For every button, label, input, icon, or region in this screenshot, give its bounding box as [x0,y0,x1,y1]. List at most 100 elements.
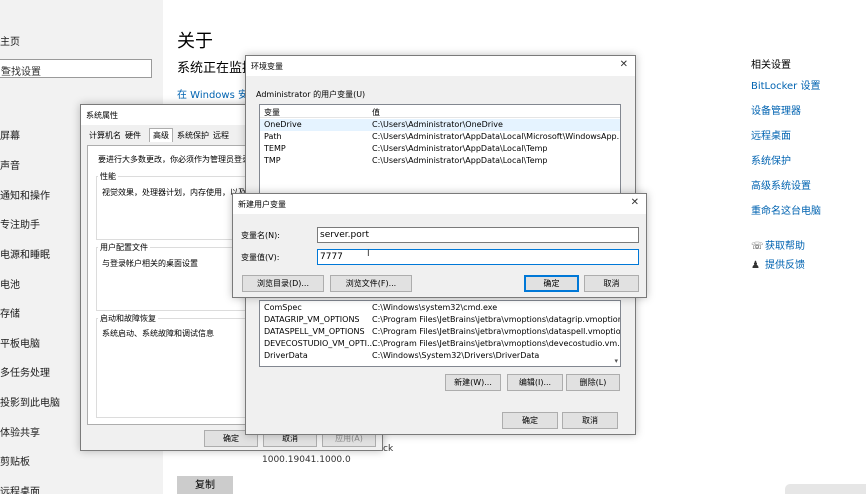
table-row[interactable]: ComSpec C:\Windows\system32\cmd.exe [260,302,620,314]
table-row[interactable]: TMP C:\Users\Administrator\AppData\Local… [260,155,620,167]
var-name: TMP [264,156,281,165]
feedback-label: 提供反馈 [765,260,805,271]
remote-desktop-link[interactable]: 远程桌面 [751,127,821,142]
table-row[interactable]: Path C:\Users\Administrator\AppData\Loca… [260,131,620,143]
text-cursor-icon: I [367,249,370,259]
tab-advanced[interactable]: 高级 [149,128,173,142]
edit-var-button[interactable]: 编辑(I)... [507,374,563,391]
related-settings: 相关设置 BitLocker 设置 设备管理器 远程桌面 系统保护 高级系统设置… [751,56,821,227]
device-manager-link[interactable]: 设备管理器 [751,102,821,117]
col-value: 值 [372,108,380,117]
var-name: DATASPELL_VM_OPTIONS [264,327,365,336]
newvar-ok-button[interactable]: 确定 [524,275,579,292]
new-user-variable-dialog: 新建用户变量 ✕ 变量名(N): server.port 变量值(V): 777… [232,193,647,298]
nav-item-clipboard[interactable]: 剪贴板 [0,453,30,468]
nav-item-tablet[interactable]: 平板电脑 [0,335,40,350]
var-value: C:\Program Files\JetBrains\jetbra\vmopti… [372,339,621,348]
var-name: OneDrive [264,120,302,129]
nav-item-power[interactable]: 电源和睡眠 [0,246,50,261]
sysprops-title: 系统属性 [86,111,118,120]
browse-file-button[interactable]: 浏览文件(F)... [330,275,412,292]
newvar-cancel-button[interactable]: 取消 [584,275,639,292]
nav-item-display[interactable]: 屏幕 [0,127,20,142]
system-protection-link[interactable]: 系统保护 [751,152,821,167]
var-name: ComSpec [264,303,302,312]
envvars-title: 环境变量 [251,62,283,71]
performance-label: 性能 [98,171,118,182]
nav-item-shared[interactable]: 体验共享 [0,424,40,439]
var-value: C:\Users\Administrator\OneDrive [372,120,503,129]
user-vars-header: 变量 值 [260,105,620,118]
system-vars-list[interactable]: ComSpec C:\Windows\system32\cmd.exe DATA… [259,300,621,367]
var-value: C:\Users\Administrator\AppData\Local\Tem… [372,156,548,165]
var-value-label: 变量值(V): [241,253,280,262]
var-name: DEVECOSTUDIO_VM_OPTI... [264,339,375,348]
related-settings-header: 相关设置 [751,60,791,71]
table-row[interactable]: DEVECOSTUDIO_VM_OPTI... C:\Program Files… [260,338,620,350]
var-name: Path [264,132,282,141]
table-row[interactable]: DATAGRIP_VM_OPTIONS C:\Program Files\Jet… [260,314,620,326]
envvars-cancel-button[interactable]: 取消 [562,412,618,429]
user-vars-list[interactable]: 变量 值 OneDrive C:\Users\Administrator\One… [259,104,621,194]
table-row[interactable]: DATASPELL_VM_OPTIONS C:\Program Files\Je… [260,326,620,338]
partial-text: ck [383,444,394,454]
var-value-input[interactable]: 7777 [317,249,639,265]
get-help-link[interactable]: ☏获取帮助 [751,237,805,252]
close-icon[interactable]: ✕ [620,59,628,70]
feedback-link[interactable]: ♟ 提供反馈 [751,256,805,271]
var-value: C:\Program Files\JetBrains\jetbra\vmopti… [372,315,621,324]
tab-remote[interactable]: 远程 [213,130,229,141]
newvar-titlebar: 新建用户变量 ✕ [233,194,646,214]
bitlocker-link[interactable]: BitLocker 设置 [751,77,821,92]
var-name-input[interactable]: server.port [317,227,639,243]
table-row[interactable]: DriverData C:\Windows\System32\Drivers\D… [260,350,620,362]
newvar-title: 新建用户变量 [238,200,286,209]
browse-directory-button[interactable]: 浏览目录(D)... [242,275,324,292]
nav-item-focus[interactable]: 专注助手 [0,216,40,231]
rename-pc-link[interactable]: 重命名这台电脑 [751,202,821,217]
nav-item-sound[interactable]: 声音 [0,157,20,172]
var-name-label: 变量名(N): [241,231,280,240]
tab-computer-name[interactable]: 计算机名 [89,130,121,141]
tab-hardware[interactable]: 硬件 [125,130,141,141]
copy-button[interactable]: 复制 [177,476,233,494]
startup-text: 系统启动、系统故障和调试信息 [102,329,214,338]
var-value: C:\Users\Administrator\AppData\Local\Tem… [372,144,548,153]
page-title: 关于 [177,31,213,52]
get-help-label: 获取帮助 [765,241,805,252]
nav-item-remote[interactable]: 远程桌面 [0,483,40,494]
profile-text: 与登录帐户相关的桌面设置 [102,259,198,268]
admin-note: 要进行大多数更改，你必须作为管理员登录。 [98,155,258,164]
var-name: DriverData [264,351,308,360]
nav-item-battery[interactable]: 电池 [0,276,20,291]
col-variable: 变量 [264,108,280,117]
table-row[interactable]: TEMP C:\Users\Administrator\AppData\Loca… [260,143,620,155]
delete-var-button[interactable]: 删除(L) [566,374,620,391]
var-value: C:\Program Files\JetBrains\jetbra\vmopti… [372,327,621,336]
help-icon: ☏ [751,241,764,252]
var-value: C:\Users\Administrator\AppData\Local\Mic… [372,132,621,141]
feedback-icon: ♟ [751,260,760,271]
startup-label: 启动和故障恢复 [98,313,158,324]
advanced-settings-link[interactable]: 高级系统设置 [751,177,821,192]
nav-item-home[interactable]: 主页 [0,33,20,48]
scroll-down-icon[interactable]: ▾ [614,357,618,365]
nav-item-multitasking[interactable]: 多任务处理 [0,364,50,379]
var-value: C:\Windows\System32\Drivers\DriverData [372,351,540,360]
profile-label: 用户配置文件 [98,242,150,253]
nav-item-projecting[interactable]: 投影到此电脑 [0,394,60,409]
nav-item-storage[interactable]: 存储 [0,305,20,320]
var-name: TEMP [264,144,286,153]
var-name: DATAGRIP_VM_OPTIONS [264,315,360,324]
table-row[interactable]: OneDrive C:\Users\Administrator\OneDrive [260,119,620,131]
var-value: C:\Windows\system32\cmd.exe [372,303,498,312]
tab-system-protection[interactable]: 系统保护 [177,130,209,141]
user-vars-label: Administrator 的用户变量(U) [256,90,366,99]
envvars-titlebar: 环境变量 ✕ [246,56,635,76]
close-icon[interactable]: ✕ [631,197,639,208]
envvars-ok-button[interactable]: 确定 [502,412,558,429]
search-icon: ⌕ [1,63,7,73]
new-var-button[interactable]: 新建(W)... [445,374,501,391]
nav-item-notifications[interactable]: 通知和操作 [0,187,50,202]
settings-search-input[interactable]: 查找设置 ⌕ [0,59,152,78]
